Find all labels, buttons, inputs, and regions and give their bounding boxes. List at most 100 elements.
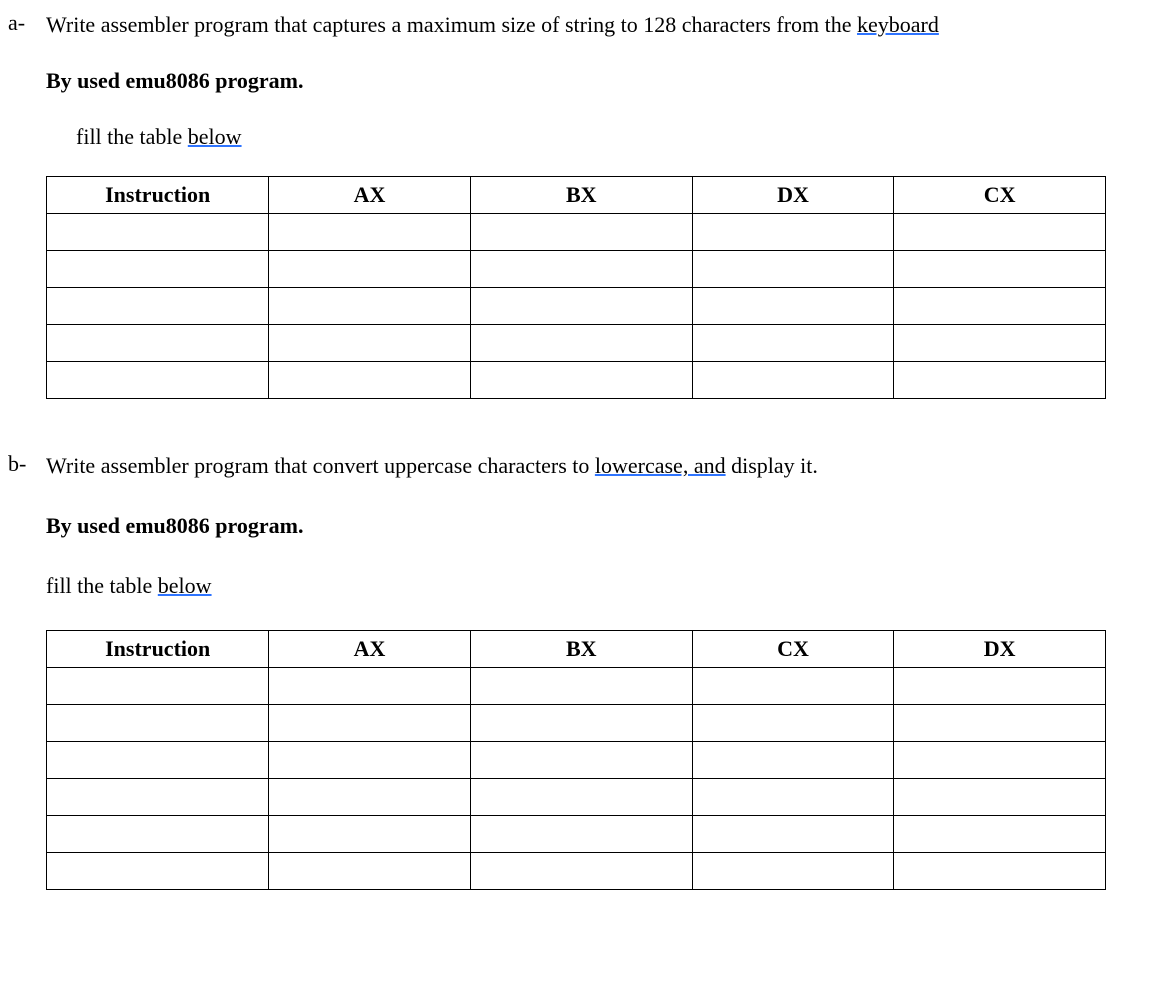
th-a-0: Instruction [47, 177, 269, 214]
table-cell [269, 704, 470, 741]
table-row [47, 214, 1106, 251]
table-cell [269, 778, 470, 815]
table-cell [269, 815, 470, 852]
table-cell [470, 214, 692, 251]
table-row [47, 288, 1106, 325]
q-b-line1-pre: Write assembler program that convert upp… [46, 453, 595, 478]
table-cell [692, 325, 893, 362]
q-a-prompt: Write assembler program that captures a … [46, 8, 1122, 42]
question-a: a- Write assembler program that captures… [8, 8, 1122, 439]
table-cell [47, 362, 269, 399]
table-cell [470, 288, 692, 325]
table-cell [470, 852, 692, 889]
marker-b: b- [8, 449, 46, 477]
table-row [47, 778, 1106, 815]
table-b: Instruction AX BX CX DX [46, 630, 1106, 890]
table-cell [894, 667, 1106, 704]
table-cell [47, 741, 269, 778]
table-cell [47, 288, 269, 325]
q-b-line3-pre: fill the table [46, 573, 158, 598]
table-cell [47, 815, 269, 852]
table-cell [269, 325, 470, 362]
table-cell [269, 667, 470, 704]
table-row [47, 852, 1106, 889]
table-row [47, 325, 1106, 362]
q-b-line2: By used emu8086 program. [46, 509, 1122, 543]
q-a-line3: fill the table below [46, 120, 1122, 154]
table-cell [470, 251, 692, 288]
q-a-line3-pre: fill the table [76, 124, 188, 149]
table-row [47, 741, 1106, 778]
th-a-1: AX [269, 177, 470, 214]
table-cell [894, 704, 1106, 741]
table-cell [47, 214, 269, 251]
q-b-line1-post: display it. [726, 453, 818, 478]
q-a-line3-link: below [188, 124, 242, 149]
th-b-1: AX [269, 630, 470, 667]
table-cell [47, 778, 269, 815]
table-cell [47, 325, 269, 362]
table-cell [894, 251, 1106, 288]
table-b-body [47, 667, 1106, 889]
marker-a: a- [8, 8, 46, 36]
table-cell [269, 852, 470, 889]
table-cell [470, 778, 692, 815]
table-cell [692, 852, 893, 889]
table-cell [47, 667, 269, 704]
th-b-0: Instruction [47, 630, 269, 667]
table-cell [470, 325, 692, 362]
table-cell [47, 251, 269, 288]
question-b: b- Write assembler program that convert … [8, 449, 1122, 929]
table-cell [692, 704, 893, 741]
table-cell [47, 704, 269, 741]
content-a: Write assembler program that captures a … [46, 8, 1122, 439]
content-b: Write assembler program that convert upp… [46, 449, 1122, 929]
table-row [47, 251, 1106, 288]
q-a-line1-link: keyboard [857, 12, 939, 37]
table-cell [470, 741, 692, 778]
table-cell [692, 288, 893, 325]
table-a-body [47, 214, 1106, 399]
q-a-line2: By used emu8086 program. [46, 64, 1122, 98]
table-cell [692, 778, 893, 815]
table-cell [269, 288, 470, 325]
table-row [47, 704, 1106, 741]
table-cell [894, 852, 1106, 889]
table-cell [470, 667, 692, 704]
table-a-head: Instruction AX BX DX CX [47, 177, 1106, 214]
table-cell [269, 214, 470, 251]
table-row [47, 815, 1106, 852]
q-b-line3: fill the table below [46, 569, 1122, 603]
table-cell [269, 741, 470, 778]
th-a-2: BX [470, 177, 692, 214]
table-cell [470, 362, 692, 399]
th-b-3: CX [692, 630, 893, 667]
table-a: Instruction AX BX DX CX [46, 176, 1106, 399]
th-b-4: DX [894, 630, 1106, 667]
table-cell [894, 214, 1106, 251]
table-row [47, 362, 1106, 399]
table-cell [470, 704, 692, 741]
table-cell [692, 251, 893, 288]
table-cell [692, 214, 893, 251]
table-cell [894, 778, 1106, 815]
table-cell [894, 325, 1106, 362]
th-a-3: DX [692, 177, 893, 214]
table-cell [692, 362, 893, 399]
table-cell [47, 852, 269, 889]
table-b-head: Instruction AX BX CX DX [47, 630, 1106, 667]
table-cell [894, 362, 1106, 399]
table-row [47, 667, 1106, 704]
table-cell [269, 251, 470, 288]
table-cell [470, 815, 692, 852]
table-cell [692, 667, 893, 704]
q-b-line3-link: below [158, 573, 212, 598]
table-cell [894, 815, 1106, 852]
q-a-line1-text: Write assembler program that captures a … [46, 12, 857, 37]
table-cell [894, 741, 1106, 778]
q-b-line1-link: lowercase, and [595, 453, 726, 478]
table-cell [692, 815, 893, 852]
th-a-4: CX [894, 177, 1106, 214]
q-b-prompt: Write assembler program that convert upp… [46, 449, 1122, 483]
table-cell [269, 362, 470, 399]
